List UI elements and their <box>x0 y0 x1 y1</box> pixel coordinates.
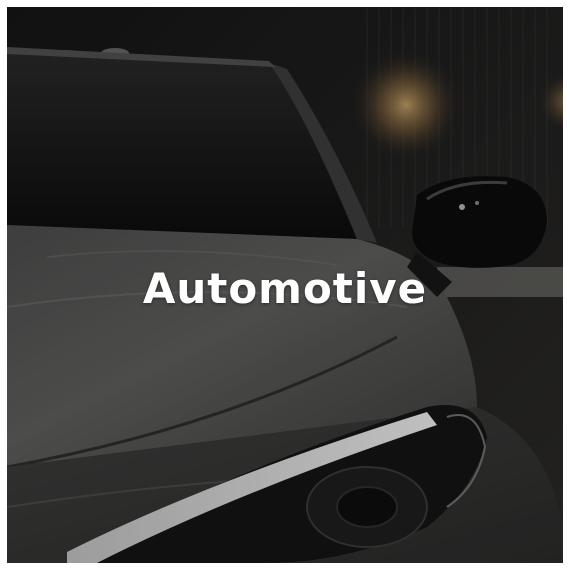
category-tile-automotive[interactable]: Automotive <box>7 7 563 563</box>
category-title: Automotive <box>142 264 428 313</box>
